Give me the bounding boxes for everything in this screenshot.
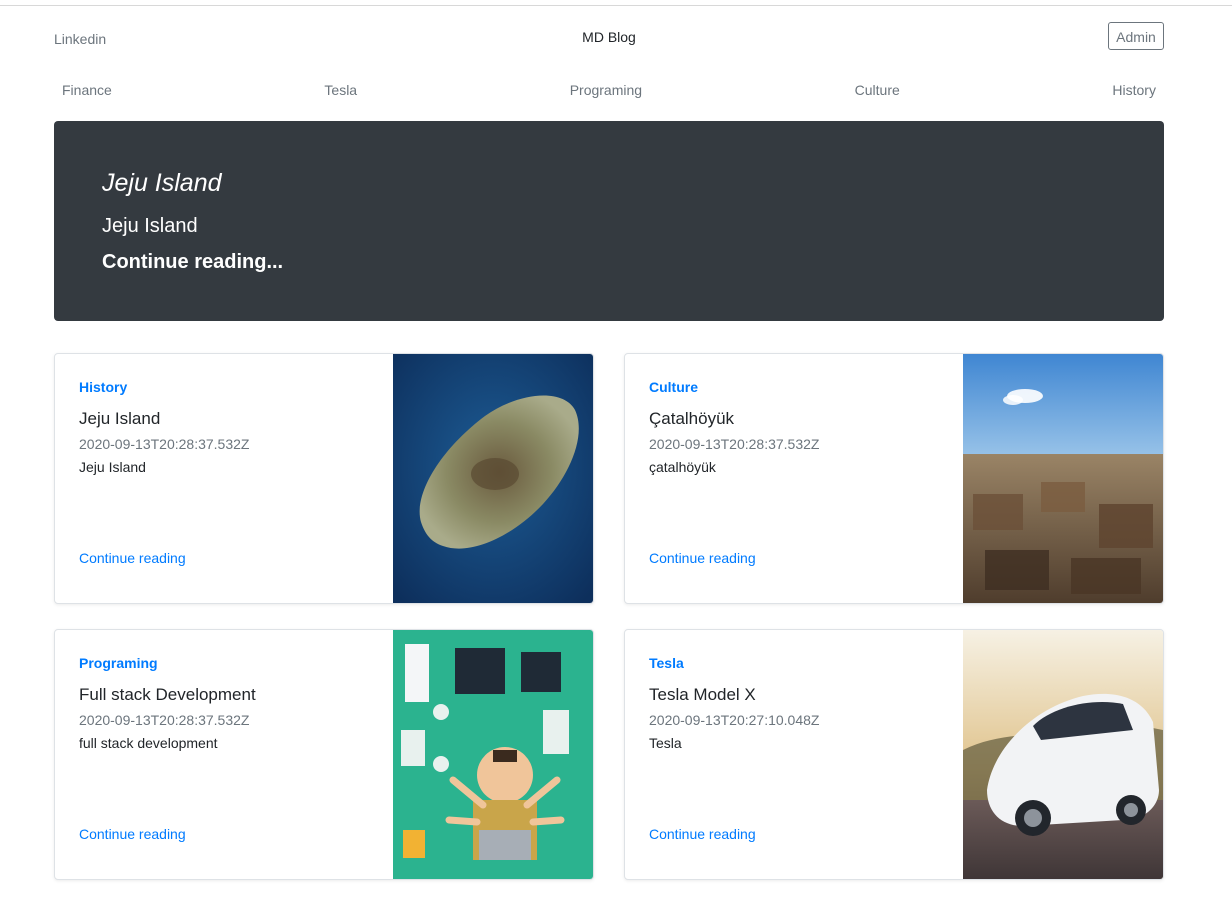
post-date: 2020-09-13T20:28:37.532Z bbox=[79, 712, 250, 728]
post-description: full stack development bbox=[79, 735, 218, 751]
nav-item-tesla[interactable]: Tesla bbox=[324, 82, 357, 102]
post-title: Çatalhöyük bbox=[649, 409, 735, 428]
post-title: Tesla Model X bbox=[649, 685, 756, 704]
post-category[interactable]: Programing bbox=[79, 655, 158, 671]
featured-continue-link[interactable]: Continue reading... bbox=[102, 251, 283, 274]
admin-button[interactable]: Admin bbox=[1108, 22, 1164, 50]
blog-brand[interactable]: MD Blog bbox=[54, 29, 1164, 45]
featured-lead: Jeju Island bbox=[102, 215, 198, 237]
post-card: Tesla Tesla Model X 2020-09-13T20:27:10.… bbox=[624, 629, 1164, 880]
post-category[interactable]: Culture bbox=[649, 379, 698, 395]
post-description: Jeju Island bbox=[79, 459, 146, 475]
category-nav: Finance Tesla Programing Culture History bbox=[62, 82, 1156, 102]
top-divider bbox=[0, 5, 1232, 6]
post-date: 2020-09-13T20:28:37.532Z bbox=[649, 436, 820, 452]
nav-item-history[interactable]: History bbox=[1112, 82, 1156, 102]
post-description: Tesla bbox=[649, 735, 682, 751]
nav-item-programing[interactable]: Programing bbox=[570, 82, 642, 102]
car-image[interactable] bbox=[963, 630, 1163, 879]
post-card: Culture Çatalhöyük 2020-09-13T20:28:37.5… bbox=[624, 353, 1164, 604]
post-category[interactable]: Tesla bbox=[649, 655, 684, 671]
continue-reading-link[interactable]: Continue reading bbox=[79, 550, 186, 566]
post-card: History Jeju Island 2020-09-13T20:28:37.… bbox=[54, 353, 594, 604]
developer-illustration-image[interactable] bbox=[393, 630, 593, 879]
post-title: Full stack Development bbox=[79, 685, 256, 704]
nav-item-culture[interactable]: Culture bbox=[855, 82, 900, 102]
post-title: Jeju Island bbox=[79, 409, 161, 428]
post-category[interactable]: History bbox=[79, 379, 127, 395]
site-header: Linkedin MD Blog Admin bbox=[54, 22, 1164, 54]
continue-reading-link[interactable]: Continue reading bbox=[649, 826, 756, 842]
ruins-image[interactable] bbox=[963, 354, 1163, 603]
continue-reading-link[interactable]: Continue reading bbox=[79, 826, 186, 842]
featured-post: Jeju Island Jeju Island Continue reading… bbox=[54, 121, 1164, 321]
post-date: 2020-09-13T20:27:10.048Z bbox=[649, 712, 820, 728]
nav-item-finance[interactable]: Finance bbox=[62, 82, 112, 102]
post-card: Programing Full stack Development 2020-0… bbox=[54, 629, 594, 880]
continue-reading-link[interactable]: Continue reading bbox=[649, 550, 756, 566]
post-description: çatalhöyük bbox=[649, 459, 716, 475]
featured-title: Jeju Island bbox=[102, 169, 222, 197]
island-satellite-image[interactable] bbox=[393, 354, 593, 603]
post-date: 2020-09-13T20:28:37.532Z bbox=[79, 436, 250, 452]
